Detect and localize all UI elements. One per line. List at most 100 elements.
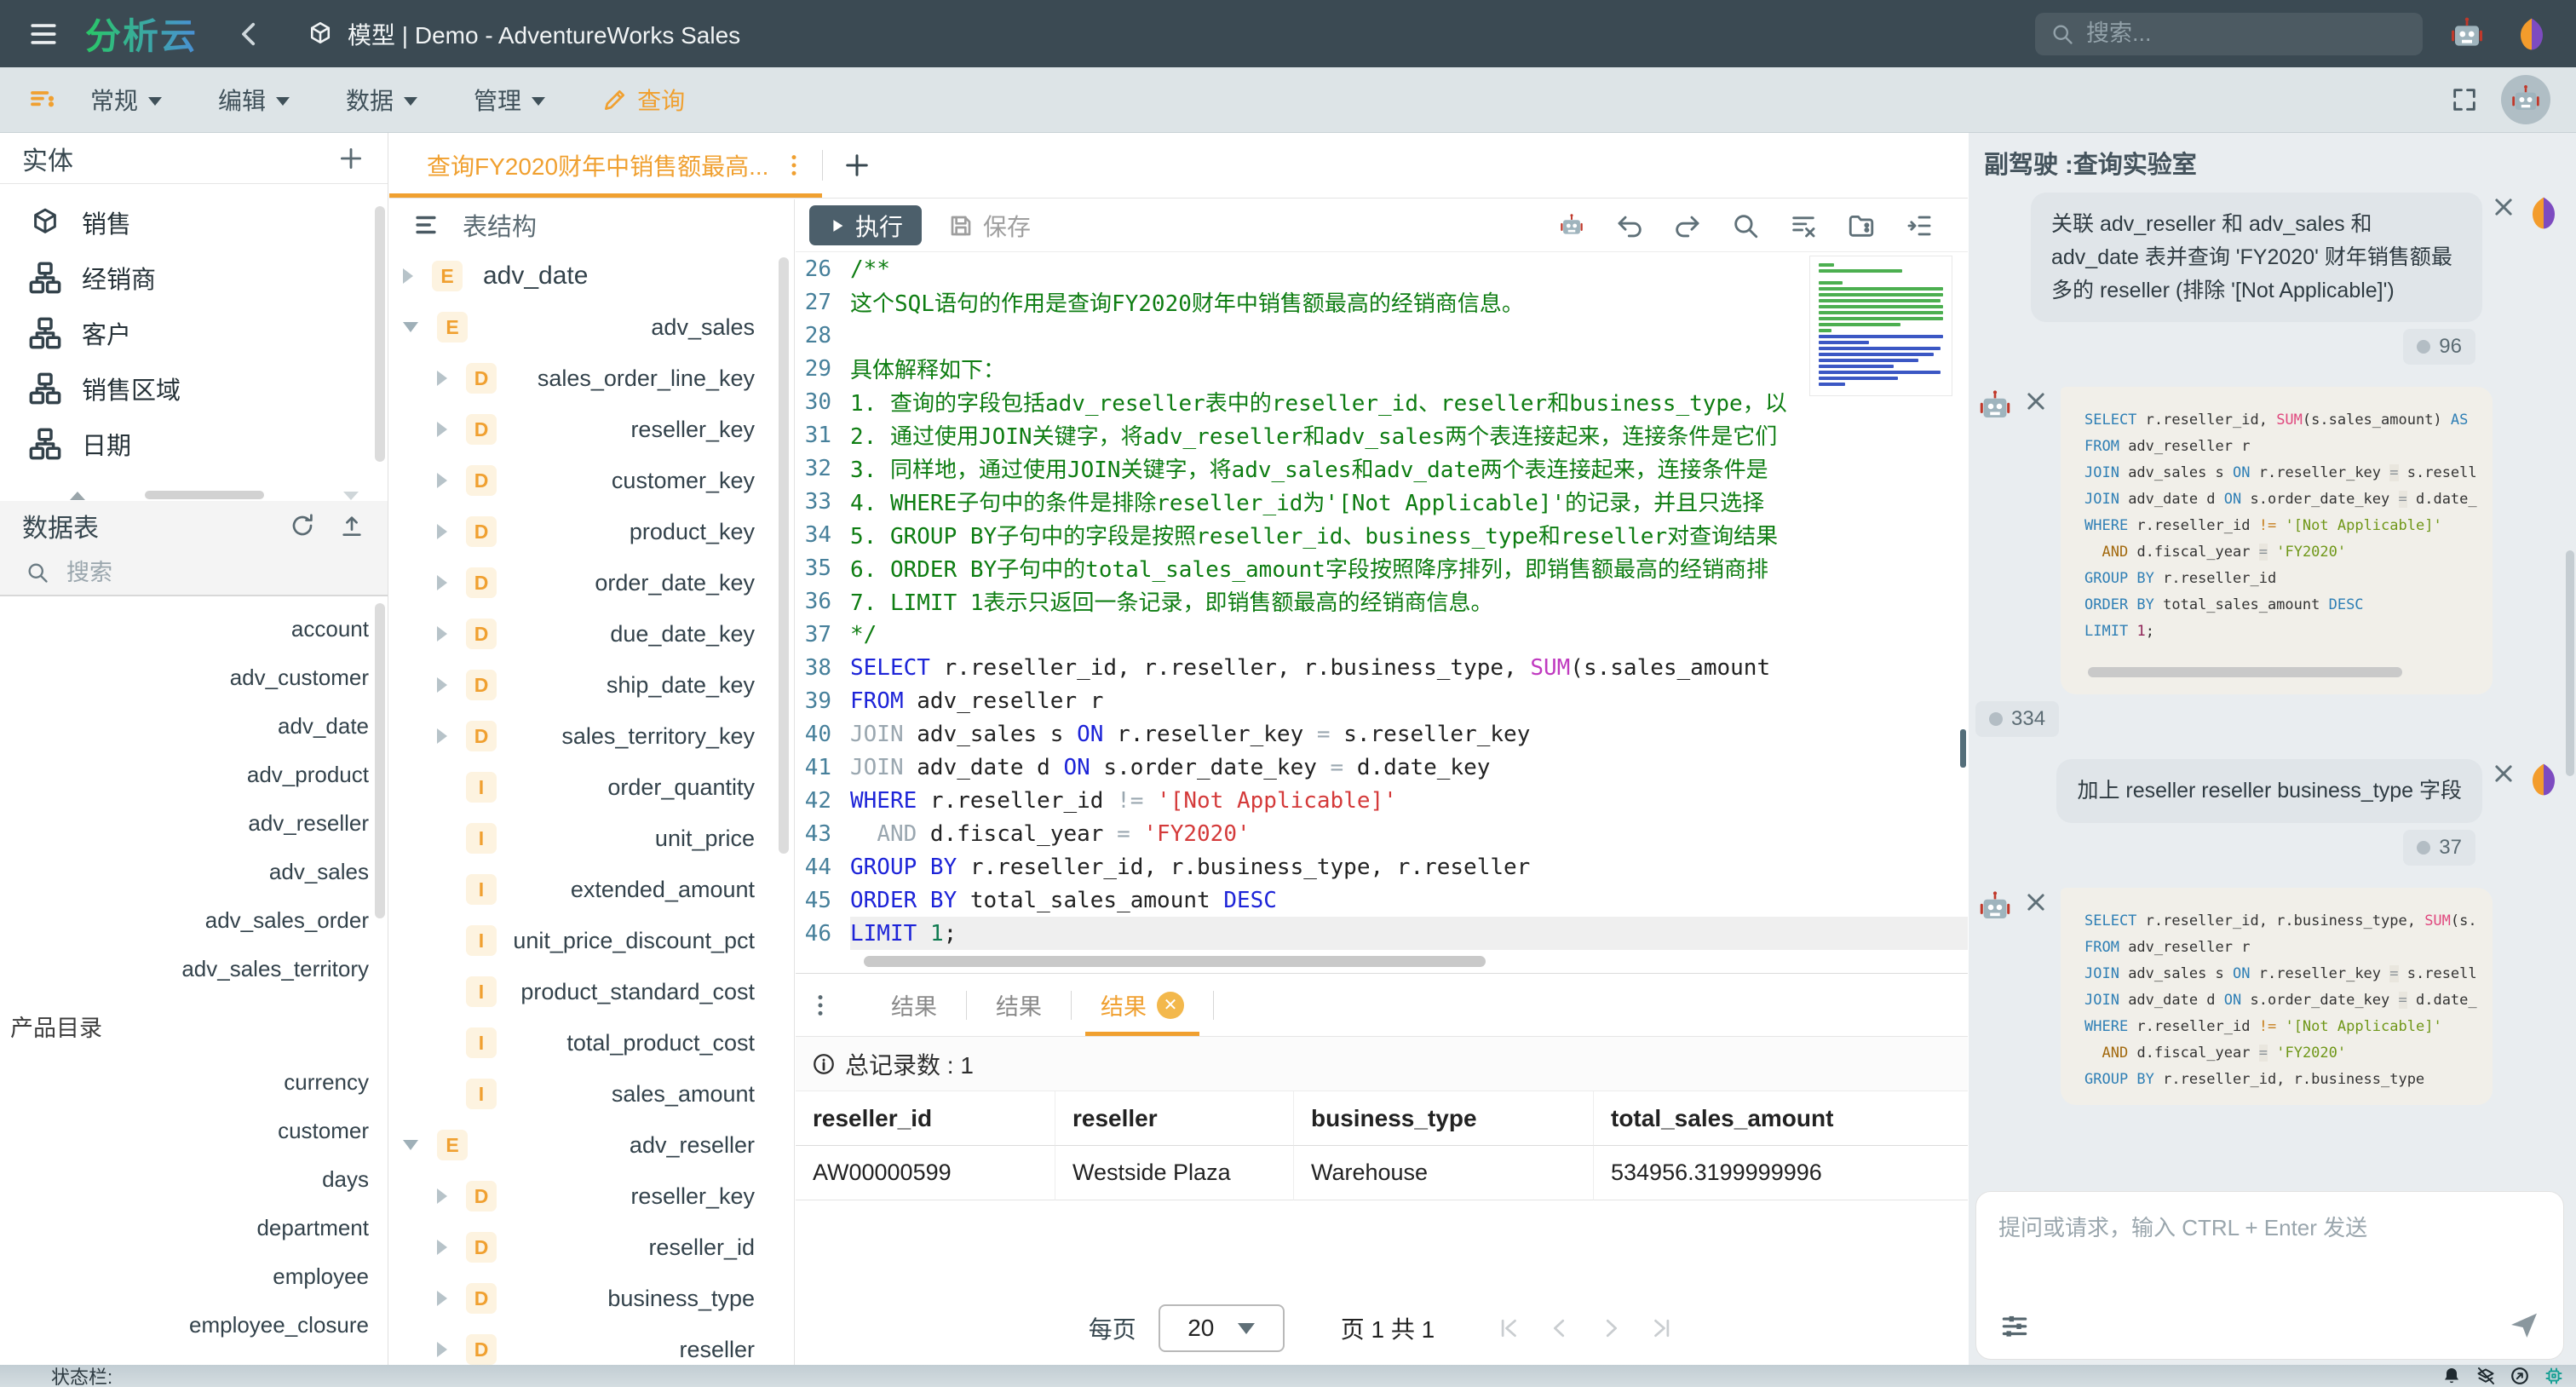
chat-scrollbar[interactable] xyxy=(2566,550,2574,776)
tree-node-reseller_key[interactable]: Dreseller_key xyxy=(389,404,794,455)
flame-brand-icon[interactable] xyxy=(2511,14,2552,55)
close-tab-icon[interactable]: ✕ xyxy=(1157,991,1184,1019)
tree-node-order_quantity[interactable]: Iorder_quantity xyxy=(389,762,794,813)
global-search[interactable] xyxy=(2035,12,2423,55)
scroll-down-arrow-icon[interactable] xyxy=(343,492,359,500)
upload-icon[interactable] xyxy=(338,512,365,539)
run-button[interactable]: 执行 xyxy=(809,205,923,245)
close-icon[interactable] xyxy=(2023,889,2049,915)
tree-node-product_key[interactable]: Dproduct_key xyxy=(389,506,794,557)
column-header[interactable]: reseller_id xyxy=(796,1091,1055,1146)
per-page-select[interactable]: 20 xyxy=(1158,1304,1285,1352)
editor-line-30[interactable]: 30 1. 查询的字段包括adv_reseller表中的reseller_id、r… xyxy=(796,385,1968,418)
editor-line-43[interactable]: 43 AND d.fiscal_year = 'FY2020' xyxy=(796,817,1968,850)
tree-node-sales_amount[interactable]: Isales_amount xyxy=(389,1068,794,1119)
tree-menu-icon[interactable] xyxy=(411,210,440,239)
entities-hscroll[interactable] xyxy=(9,489,379,501)
editor-line-39[interactable]: 39 FROM adv_reseller r xyxy=(796,684,1968,717)
table-item[interactable]: adv_date xyxy=(0,702,388,751)
sidebar-entity-3[interactable]: 销售区域 xyxy=(0,360,388,416)
tree-node-sales_territory_key[interactable]: Dsales_territory_key xyxy=(389,711,794,762)
tree-node-total_product_cost[interactable]: Itotal_product_cost xyxy=(389,1017,794,1068)
editor-line-28[interactable]: 28 xyxy=(796,319,1968,352)
redo-icon[interactable] xyxy=(1673,211,1702,240)
tree-node-reseller[interactable]: Dreseller xyxy=(389,1324,794,1365)
results-more-icon[interactable] xyxy=(808,993,833,1018)
tree-node-extended_amount[interactable]: Iextended_amount xyxy=(389,864,794,915)
editor-line-29[interactable]: 29 具体解释如下： xyxy=(796,352,1968,385)
column-header[interactable]: total_sales_amount xyxy=(1594,1091,1968,1146)
tree-node-adv_date[interactable]: Eadv_date xyxy=(389,250,794,302)
editor-line-32[interactable]: 32 3. 同样地，通过使用JOIN关键字，将adv_sales和adv_date… xyxy=(796,452,1968,485)
table-item[interactable]: adv_reseller xyxy=(0,799,388,848)
assistant-robot-small-icon[interactable] xyxy=(1557,211,1586,240)
undo-icon[interactable] xyxy=(1615,211,1644,240)
result-tab-2[interactable]: 结果 ✕ xyxy=(1072,974,1213,1036)
chip-icon[interactable] xyxy=(2544,1366,2564,1386)
editor-vscrollbar[interactable] xyxy=(1960,729,1966,768)
first-page-icon[interactable] xyxy=(1496,1315,1521,1341)
table-item[interactable]: adv_product xyxy=(0,751,388,799)
tree-node-ship_date_key[interactable]: Dship_date_key xyxy=(389,659,794,711)
chevron-right-icon[interactable] xyxy=(437,371,447,386)
chevron-right-icon[interactable] xyxy=(437,728,447,744)
editor-line-40[interactable]: 40 JOIN adv_sales s ON r.reseller_key = s… xyxy=(796,717,1968,751)
editor-minimap[interactable] xyxy=(1809,256,1952,396)
editor-line-42[interactable]: 42 WHERE r.reseller_id != '[Not Applicabl… xyxy=(796,784,1968,817)
prev-page-icon[interactable] xyxy=(1547,1315,1573,1341)
editor-line-35[interactable]: 35 6. ORDER BY子句中的total_sales_amount字段按照降… xyxy=(796,551,1968,584)
chevron-down-icon[interactable] xyxy=(403,322,418,332)
hamburger-menu-icon[interactable] xyxy=(24,20,63,49)
table-search-input[interactable] xyxy=(66,559,322,586)
table-item[interactable]: customer xyxy=(0,1107,388,1155)
scroll-up-arrow-icon[interactable] xyxy=(70,492,85,500)
tree-node-order_date_key[interactable]: Dorder_date_key xyxy=(389,557,794,608)
share-circle-icon[interactable] xyxy=(2510,1366,2530,1386)
chevron-right-icon[interactable] xyxy=(437,677,447,693)
menu-item-0[interactable]: 常规 xyxy=(90,83,163,117)
tree-node-reseller_id[interactable]: Dreseller_id xyxy=(389,1222,794,1273)
editor-line-45[interactable]: 45 ORDER BY total_sales_amount DESC xyxy=(796,883,1968,917)
chevron-right-icon[interactable] xyxy=(437,524,447,539)
entities-scrollbar[interactable] xyxy=(375,206,385,462)
sql-code-area[interactable]: 26 /** 27 这个SQL语句的作用是查询FY2020财年中销售额最高的经销商信息… xyxy=(796,252,1968,974)
table-item[interactable]: employee xyxy=(0,1252,388,1301)
chevron-right-icon[interactable] xyxy=(437,1240,447,1255)
result-tab-0[interactable]: 结果 xyxy=(862,974,966,1036)
chevron-right-icon[interactable] xyxy=(437,422,447,437)
bell-icon[interactable] xyxy=(2441,1366,2462,1386)
orange-list-icon[interactable] xyxy=(26,86,60,113)
editor-line-37[interactable]: 37 */ xyxy=(796,618,1968,651)
next-page-icon[interactable] xyxy=(1598,1315,1624,1341)
editor-search-icon[interactable] xyxy=(1731,211,1760,240)
table-item[interactable]: adv_sales xyxy=(0,848,388,896)
editor-line-44[interactable]: 44 GROUP BY r.reseller_id, r.business_typ… xyxy=(796,850,1968,883)
table-item[interactable]: adv_sales_territory xyxy=(0,945,388,993)
new-tab-button[interactable] xyxy=(842,150,872,181)
last-page-icon[interactable] xyxy=(1649,1315,1675,1341)
sidebar-entity-4[interactable]: 日期 xyxy=(0,416,388,471)
chevron-right-icon[interactable] xyxy=(437,626,447,642)
global-search-input[interactable] xyxy=(2086,20,2393,47)
tree-node-sales_order_line_key[interactable]: Dsales_order_line_key xyxy=(389,353,794,404)
table-item[interactable]: adv_sales_order xyxy=(0,896,388,945)
refresh-icon[interactable] xyxy=(289,512,316,539)
chat-input[interactable]: 提问或请求，输入 CTRL + Enter 发送 xyxy=(1975,1191,2564,1360)
tables-scrollbar[interactable] xyxy=(375,603,385,918)
tree-node-unit_price_discount_pct[interactable]: Iunit_price_discount_pct xyxy=(389,915,794,966)
format-indent-icon[interactable] xyxy=(1905,211,1934,240)
back-chevron-icon[interactable] xyxy=(235,20,264,49)
editor-line-38[interactable]: 38 SELECT r.reseller_id, r.reseller, r.bu… xyxy=(796,651,1968,684)
editor-line-31[interactable]: 31 2. 通过使用JOIN关键字，将adv_reseller和adv_sales… xyxy=(796,418,1968,452)
assistant-robot-icon[interactable] xyxy=(2447,14,2487,55)
clear-format-icon[interactable] xyxy=(1789,211,1818,240)
fullscreen-icon[interactable] xyxy=(2450,85,2479,114)
sidebar-entity-0[interactable]: 销售 xyxy=(0,194,388,250)
menu-item-1[interactable]: 编辑 xyxy=(218,83,290,117)
layers-off-icon[interactable] xyxy=(2475,1366,2496,1386)
chevron-right-icon[interactable] xyxy=(437,473,447,488)
tab-more-icon[interactable] xyxy=(781,153,807,178)
close-icon[interactable] xyxy=(2491,761,2516,786)
sidebar-entity-1[interactable]: 经销商 xyxy=(0,250,388,305)
menu-item-2[interactable]: 数据 xyxy=(346,83,418,117)
